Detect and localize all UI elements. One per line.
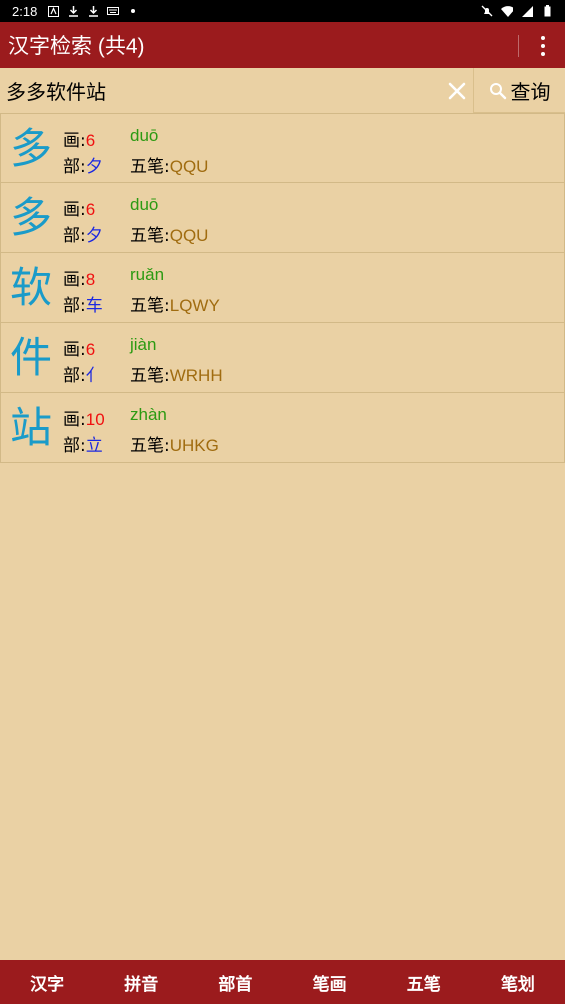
result-list: 多 画:6 duō 部:夕 五笔:QQU 多 画:6 duō 部:夕 五笔:QQ… <box>0 113 565 463</box>
radical-value: 亻 <box>85 366 103 386</box>
clear-icon[interactable] <box>445 79 469 103</box>
keyboard-icon <box>107 5 120 17</box>
status-notification-icons <box>47 5 139 17</box>
strokes-value: 10 <box>85 410 105 429</box>
pinyin-value: ruǎn <box>130 265 165 284</box>
result-item[interactable]: 多 画:6 duō 部:夕 五笔:QQU <box>0 113 565 183</box>
tab-pinyin[interactable]: 拼音 <box>94 960 188 1004</box>
strokes-info: 画:10 <box>63 410 105 430</box>
search-bar: 查询 <box>0 68 565 113</box>
result-char: 件 <box>10 333 53 382</box>
query-button[interactable]: 查询 <box>473 68 565 113</box>
strokes-value: 8 <box>85 270 96 289</box>
pinyin-value: jiàn <box>130 335 157 354</box>
tab-hanzi[interactable]: 汉字 <box>0 960 94 1004</box>
result-char: 多 <box>10 124 53 173</box>
wubi-value: QQU <box>169 226 209 245</box>
strokes-info: 画:8 <box>63 270 96 290</box>
download-icon-2 <box>87 5 99 17</box>
app-bar: 汉字检索 (共4) <box>0 22 565 68</box>
battery-icon <box>541 5 553 17</box>
tab-radical[interactable]: 部首 <box>188 960 282 1004</box>
search-input[interactable] <box>0 68 473 113</box>
download-icon <box>67 5 79 17</box>
radical-value: 立 <box>85 436 103 456</box>
strokes-info: 画:6 <box>63 200 96 220</box>
result-char: 软 <box>10 263 53 312</box>
tab-wubi[interactable]: 五笔 <box>377 960 471 1004</box>
status-system-icons <box>481 5 553 17</box>
wubi-value: WRHH <box>169 366 223 385</box>
search-icon <box>489 82 506 99</box>
result-item[interactable]: 软 画:8 ruǎn 部:车 五笔:LQWY <box>0 253 565 323</box>
result-item[interactable]: 多 画:6 duō 部:夕 五笔:QQU <box>0 183 565 253</box>
pinyin-value: duō <box>130 126 159 145</box>
radical-value: 夕 <box>85 157 103 177</box>
wubi-info: 五笔:LQWY <box>130 296 220 316</box>
radical-info: 部:夕 <box>63 226 103 246</box>
strokes-value: 6 <box>85 200 96 219</box>
signal-icon <box>521 5 533 17</box>
strokes-info: 画:6 <box>63 131 96 151</box>
wubi-info: 五笔:QQU <box>130 157 209 177</box>
status-time: 2:18 <box>12 3 38 19</box>
wubi-value: UHKG <box>169 436 219 455</box>
appbar-divider <box>518 35 519 57</box>
tab-stroke-order[interactable]: 笔划 <box>471 960 565 1004</box>
tab-strokes[interactable]: 笔画 <box>283 960 377 1004</box>
radical-info: 部:立 <box>63 436 103 456</box>
wubi-value: LQWY <box>169 296 220 315</box>
radical-info: 部:夕 <box>63 157 103 177</box>
result-item[interactable]: 站 画:10 zhàn 部:立 五笔:UHKG <box>0 393 565 463</box>
page-title: 汉字检索 (共4) <box>8 35 145 58</box>
radical-info: 部:车 <box>63 296 103 316</box>
wubi-value: QQU <box>169 157 209 176</box>
result-char: 站 <box>10 403 53 452</box>
pinyin-value: duō <box>130 195 159 214</box>
result-char: 多 <box>10 193 53 242</box>
query-button-label: 查询 <box>510 80 551 104</box>
radical-value: 车 <box>85 296 103 316</box>
strokes-info: 画:6 <box>63 340 96 360</box>
pinyin-value: zhàn <box>130 405 167 424</box>
strokes-value: 6 <box>85 340 96 359</box>
mute-icon <box>481 5 493 17</box>
result-item[interactable]: 件 画:6 jiàn 部:亻 五笔:WRHH <box>0 323 565 393</box>
bottom-nav: 汉字 拼音 部首 笔画 五笔 笔划 <box>0 960 565 1004</box>
wifi-icon <box>501 5 513 17</box>
wubi-info: 五笔:WRHH <box>130 366 223 386</box>
overflow-menu-icon[interactable] <box>535 34 551 58</box>
wubi-info: 五笔:UHKG <box>130 436 219 456</box>
status-bar: 2:18 <box>0 0 565 22</box>
radical-value: 夕 <box>85 226 103 246</box>
radical-info: 部:亻 <box>63 366 103 386</box>
notification-a-icon <box>47 5 59 17</box>
strokes-value: 6 <box>85 131 96 150</box>
dot-icon <box>127 5 139 17</box>
wubi-info: 五笔:QQU <box>130 226 209 246</box>
